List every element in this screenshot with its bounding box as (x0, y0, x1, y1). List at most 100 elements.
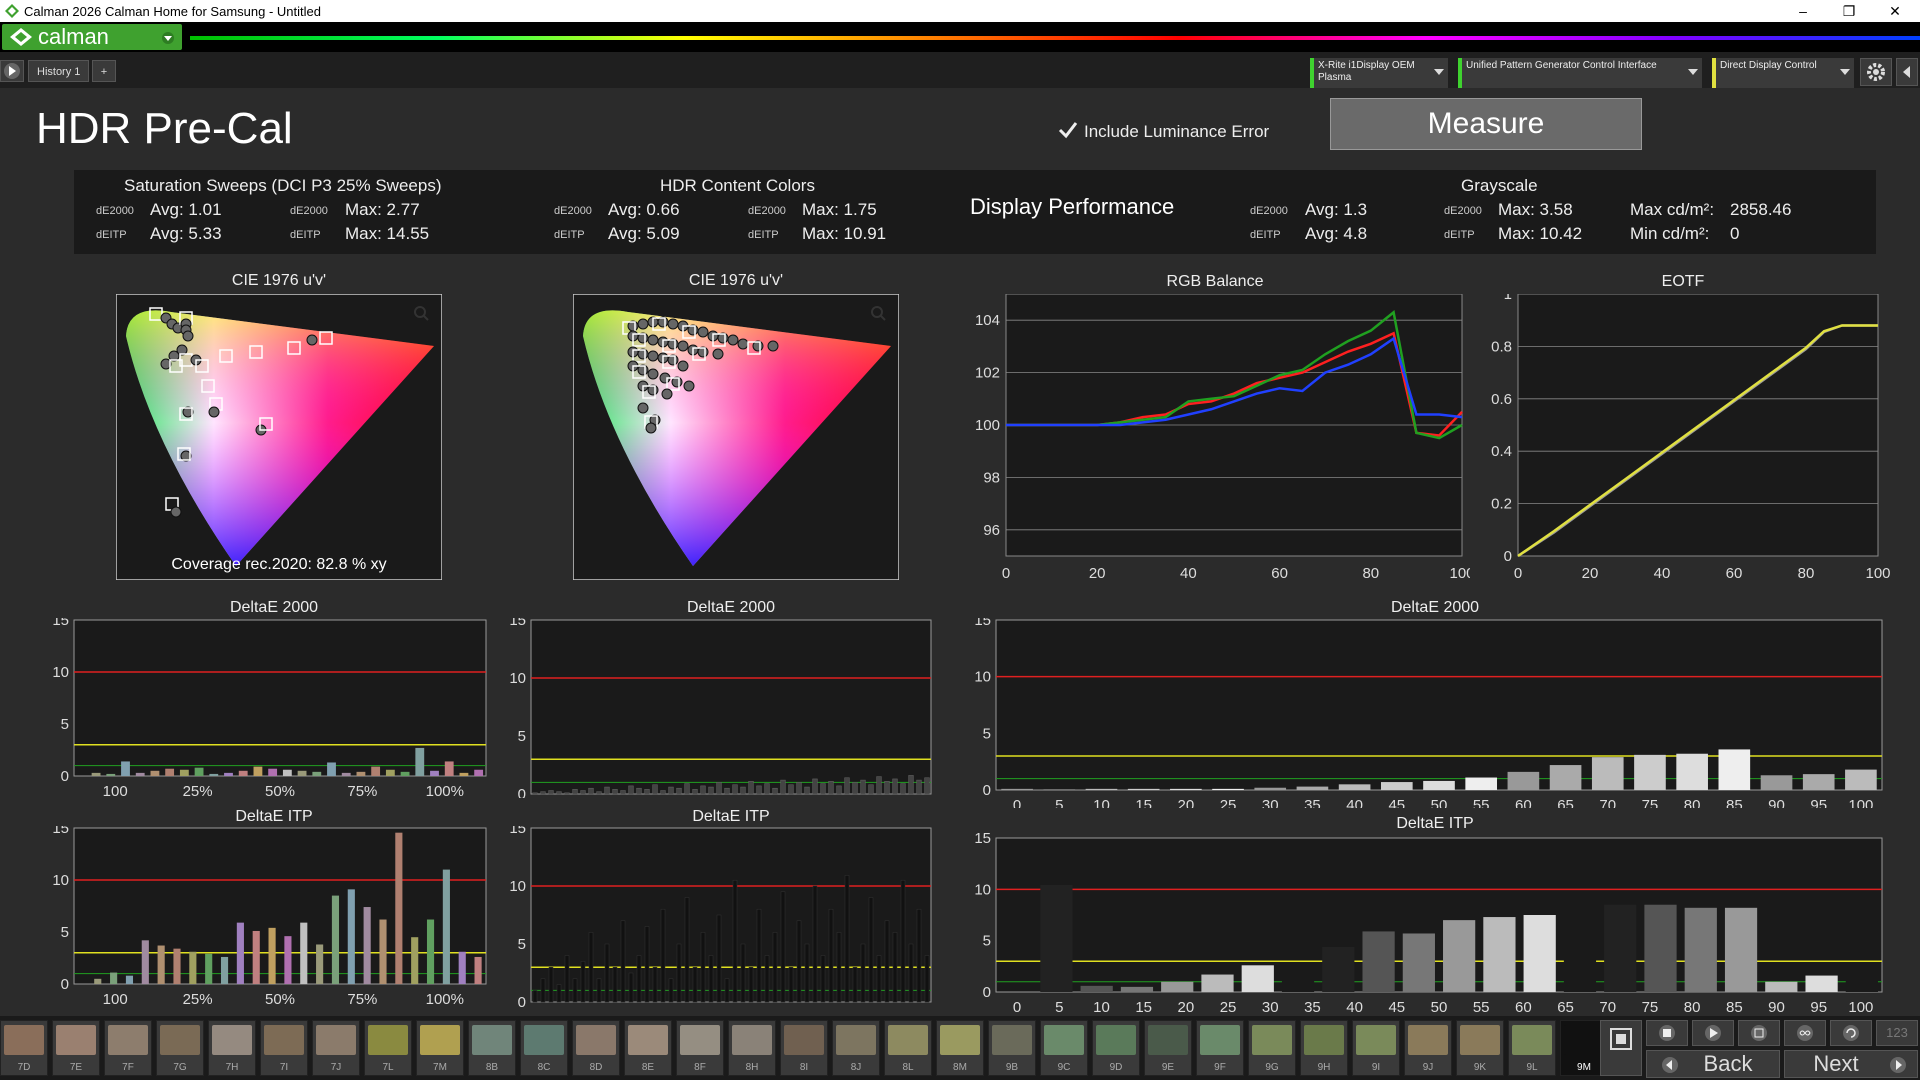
y-tick-label: 5 (983, 933, 991, 950)
y-tick-label: 15 (974, 832, 991, 847)
stop-button[interactable] (1646, 1020, 1688, 1046)
bar (732, 784, 738, 795)
gear-icon (1867, 63, 1885, 81)
sat-de2000-chart: 0 5 10 15 100 25% 50% 75% 100% (52, 618, 487, 798)
bar (238, 770, 248, 776)
swatch-9h[interactable]: 9H (1300, 1020, 1348, 1076)
swatch-8j[interactable]: 8J (832, 1020, 880, 1076)
swatch-7h[interactable]: 7H (208, 1020, 256, 1076)
bar (796, 782, 802, 795)
include-luminance-checkbox[interactable]: Include Luminance Error (1058, 120, 1269, 142)
bar (620, 790, 626, 795)
swatch-9f[interactable]: 9F (1196, 1020, 1244, 1076)
bar (868, 897, 874, 1003)
swatch-8f[interactable]: 8F (676, 1020, 724, 1076)
bar (788, 784, 794, 795)
tab-history-1[interactable]: History 1 (28, 60, 90, 82)
swatch-8l[interactable]: 8L (884, 1020, 932, 1076)
swatch-9k[interactable]: 9K (1456, 1020, 1504, 1076)
bar (708, 955, 714, 1003)
swatch-7m[interactable]: 7M (416, 1020, 464, 1076)
device-pattern-select[interactable]: Unified Pattern Generator Control Interf… (1458, 58, 1702, 88)
swatch-label: 9J (1422, 1062, 1434, 1073)
measured-point (306, 334, 318, 346)
bar (716, 782, 722, 795)
measured-point (645, 422, 657, 434)
x-tick-label: 85 (1726, 999, 1743, 1014)
swatch-8e[interactable]: 8E (624, 1020, 672, 1076)
swatch-7d[interactable]: 7D (0, 1020, 48, 1076)
close-button[interactable]: ✕ (1872, 0, 1918, 22)
swatch-8c[interactable]: 8C (520, 1020, 568, 1076)
measure-button[interactable]: Measure (1330, 98, 1642, 150)
refresh-button[interactable] (1830, 1020, 1872, 1046)
swatch-7e[interactable]: 7E (52, 1020, 100, 1076)
swatch-7l[interactable]: 7L (364, 1020, 412, 1076)
loop-button[interactable] (1784, 1020, 1826, 1046)
x-tick-label: 50% (265, 783, 295, 798)
device-display-select[interactable]: Direct Display Control (1712, 58, 1854, 88)
minimize-button[interactable]: – (1780, 0, 1826, 22)
y-tick-label: 15 (52, 826, 69, 837)
chevron-down-icon (1840, 69, 1850, 75)
number-pad-button[interactable]: 123 (1876, 1020, 1918, 1046)
swatch-label: 7L (382, 1062, 394, 1073)
bar (596, 978, 602, 1003)
swatch-7i[interactable]: 7I (260, 1020, 308, 1076)
swatch-7g[interactable]: 7G (156, 1020, 204, 1076)
next-icon (1890, 1057, 1906, 1073)
maximize-button[interactable]: ❐ (1826, 0, 1872, 22)
bar (94, 978, 102, 984)
swatch-9j[interactable]: 9J (1404, 1020, 1452, 1076)
collapse-panel-button[interactable] (1896, 58, 1918, 86)
bar (224, 772, 233, 776)
swatch-9i[interactable]: 9I (1352, 1020, 1400, 1076)
swatch-9d[interactable]: 9D (1092, 1020, 1140, 1076)
x-tick-label: 80 (1684, 999, 1701, 1014)
x-tick-label: 40 (1180, 565, 1197, 582)
y-tick-label: 5 (518, 728, 526, 745)
stop-continuous-button[interactable] (1600, 1020, 1642, 1076)
calman-logo-menu[interactable]: calman (2, 24, 182, 50)
swatch-8m[interactable]: 8M (936, 1020, 984, 1076)
swatch-9e[interactable]: 9E (1144, 1020, 1192, 1076)
checkmark-icon (1058, 122, 1078, 139)
sat-de2000-chart-title: DeltaE 2000 (229, 599, 319, 616)
swatch-9g[interactable]: 9G (1248, 1020, 1296, 1076)
gray-maxitp: Max: 10.42 (1498, 224, 1583, 243)
x-tick-label: 80 (1362, 565, 1379, 582)
bar (1591, 757, 1624, 790)
settings-button[interactable] (1860, 58, 1892, 86)
add-tab-button[interactable]: + (92, 60, 116, 82)
device-meter-label: X-Rite i1Display OEM Plasma (1318, 60, 1415, 83)
next-button[interactable]: Next (1784, 1050, 1918, 1078)
device-meter-select[interactable]: X-Rite i1Display OEM Plasma (1310, 58, 1448, 88)
back-button[interactable]: Back (1646, 1050, 1780, 1078)
play-button[interactable] (1692, 1020, 1734, 1046)
swatch-label: 8L (902, 1062, 914, 1073)
swatch-8i[interactable]: 8I (780, 1020, 828, 1076)
swatch-7j[interactable]: 7J (312, 1020, 360, 1076)
swatch-8b[interactable]: 8B (468, 1020, 516, 1076)
swatch-9c[interactable]: 9C (1040, 1020, 1088, 1076)
x-tick-label: 40 (1654, 565, 1671, 582)
save-button[interactable] (1738, 1020, 1780, 1046)
swatch-8h[interactable]: 8H (728, 1020, 776, 1076)
bar (125, 975, 134, 984)
device-pattern-label: Unified Pattern Generator Control Interf… (1466, 60, 1657, 71)
bar (884, 920, 890, 1003)
bar (900, 783, 906, 795)
swatch-color (732, 1025, 772, 1055)
stop-icon (1659, 1025, 1675, 1041)
play-sidebar-button[interactable] (0, 60, 24, 82)
swatch-label: 9B (1005, 1062, 1019, 1073)
sat-deitp-label: dEITP (290, 229, 321, 241)
swatch-8d[interactable]: 8D (572, 1020, 620, 1076)
swatch-label: 7J (330, 1062, 342, 1073)
plot-area (530, 619, 932, 795)
swatch-9l[interactable]: 9L (1508, 1020, 1556, 1076)
swatch-9b[interactable]: 9B (988, 1020, 1036, 1076)
bar (612, 966, 618, 1003)
swatch-7f[interactable]: 7F (104, 1020, 152, 1076)
infinity-icon (1797, 1025, 1813, 1041)
